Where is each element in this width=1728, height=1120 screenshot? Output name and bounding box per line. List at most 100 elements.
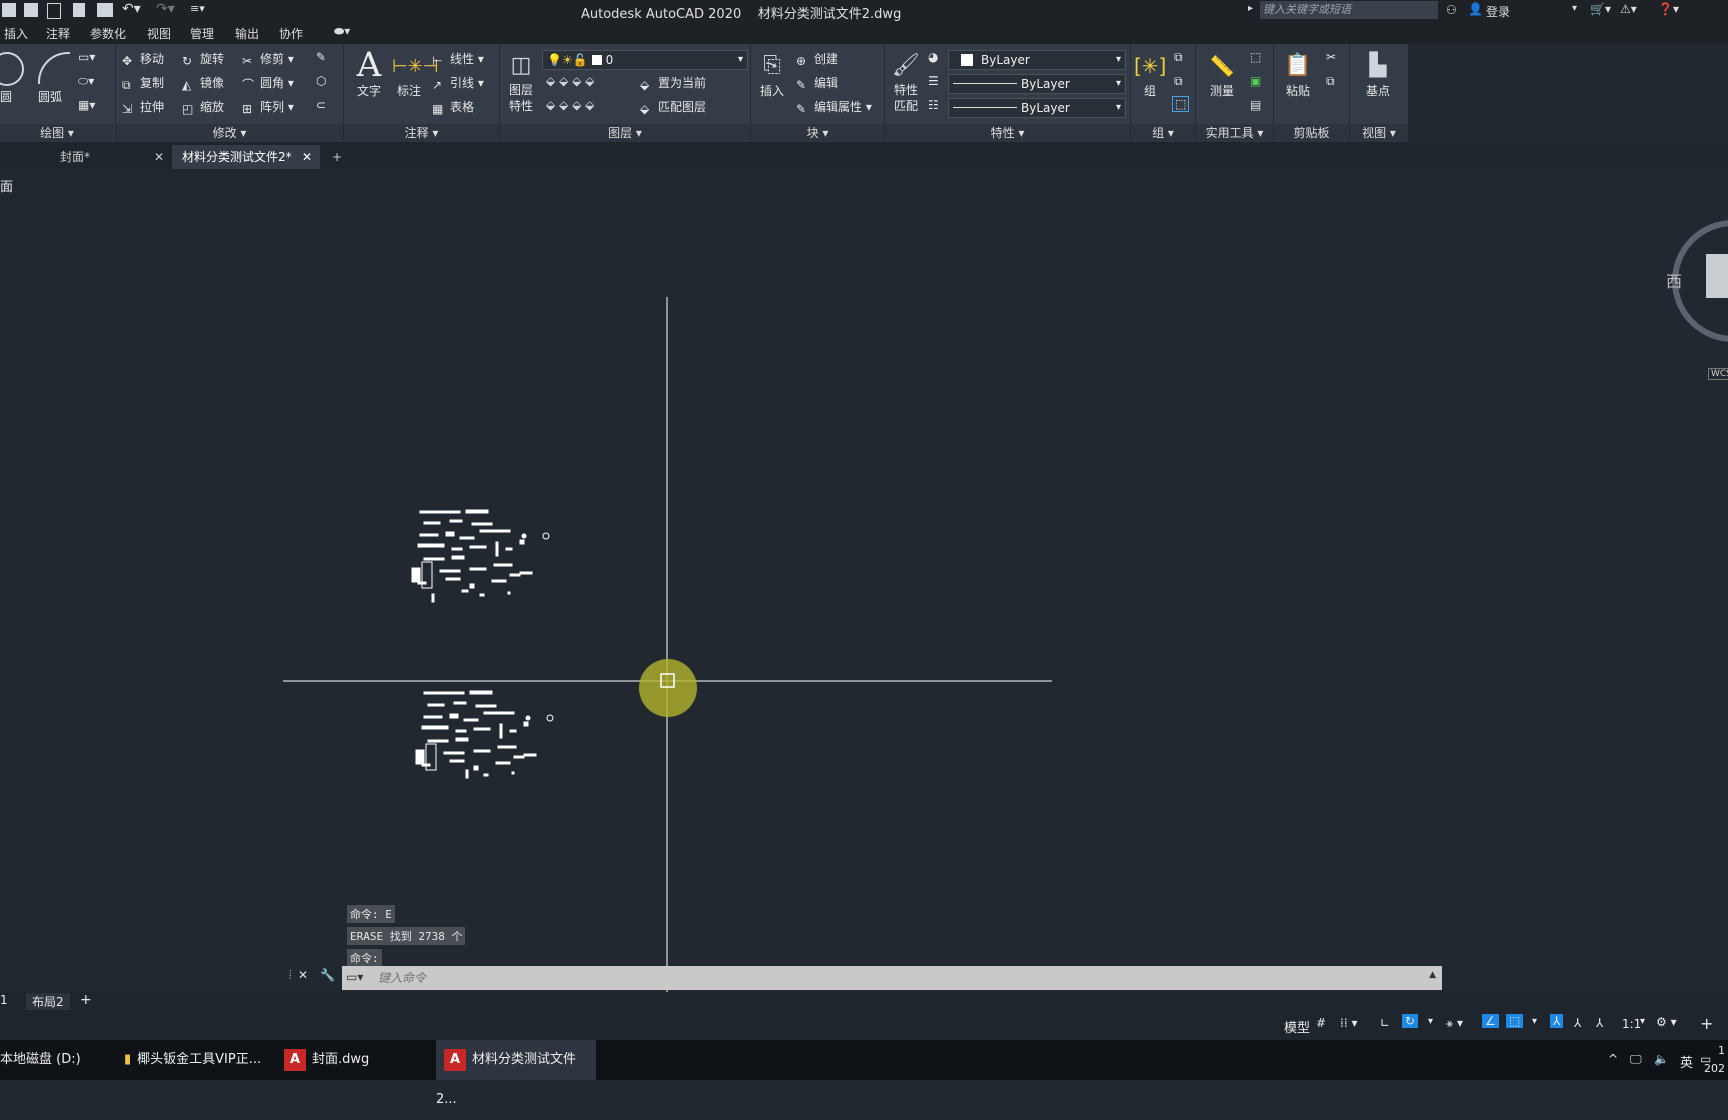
new-tab-icon[interactable]: + (332, 145, 342, 169)
command-input[interactable] (376, 968, 1380, 988)
tray-chevron-icon[interactable]: ^ (1608, 1052, 1618, 1066)
undo-icon[interactable]: ↶▾ (122, 1, 141, 17)
tab-collaborate[interactable]: 协作 (279, 25, 303, 42)
scale-dropdown-icon[interactable]: ▾ (1640, 1016, 1645, 1027)
clock-time[interactable]: 1 (1718, 1044, 1725, 1057)
hatch-icon[interactable]: ▦▾ (78, 98, 95, 112)
block-panel-title[interactable]: 块 ▾ (751, 124, 884, 142)
rotate-button[interactable]: ↻ 旋转 (182, 50, 224, 68)
stretch-button[interactable]: ⇲ 拉伸 (122, 98, 164, 116)
user-icon[interactable]: 👤 (1468, 2, 1483, 16)
tab-annotate[interactable]: 注释 (46, 25, 70, 42)
leader-button[interactable]: ↗ 引线 ▾ (432, 74, 484, 92)
fillet-button[interactable]: ⌒ 圆角 ▾ (242, 74, 294, 92)
annotation-scale-icon[interactable]: ⅄ (1596, 1016, 1603, 1030)
save-icon[interactable] (2, 3, 16, 17)
match-properties-button[interactable]: 🖌 特性匹配 (888, 50, 924, 114)
copy-button[interactable]: ⧉ 复制 (122, 74, 164, 92)
object-snap-icon[interactable]: ⬚ (1506, 1014, 1524, 1028)
tab-view[interactable]: 视图 (147, 25, 171, 42)
command-close-icon[interactable]: ✕ (298, 968, 308, 982)
tab-output[interactable]: 输出 (235, 25, 259, 42)
osnap-icon[interactable]: ∠ (1482, 1014, 1499, 1028)
view-panel-title[interactable]: 视图 ▾ (1350, 124, 1408, 142)
ime-indicator[interactable]: 英 (1680, 1052, 1693, 1071)
command-line[interactable]: ▭▾ ▲ (342, 966, 1442, 990)
drawing-canvas[interactable]: 面 西 WCS (0, 170, 1728, 992)
edit-block-button[interactable]: ✎ 编辑 (796, 74, 838, 92)
edit-attributes-button[interactable]: ✎ 编辑属性 ▾ (796, 98, 872, 116)
draw-panel-title[interactable]: 绘图 ▾ (0, 124, 114, 142)
quick-access-dropdown-icon[interactable]: ≡▾ (190, 2, 205, 15)
ellipse-icon[interactable]: ⬭▾ (78, 74, 94, 89)
annotation-visibility-icon[interactable]: ⅄ (1550, 1014, 1564, 1028)
move-button[interactable]: ✥ 移动 (122, 50, 164, 68)
volume-icon[interactable]: 🔈 (1654, 1052, 1669, 1066)
login-button[interactable]: 登录 (1486, 3, 1510, 20)
erase-icon[interactable]: ✎ (316, 50, 326, 64)
taskbar-app-cover[interactable]: A 封面.dwg (284, 1040, 434, 1080)
layout-tab-1[interactable]: 1 (0, 993, 8, 1007)
ortho-icon[interactable]: ∟ (1380, 1016, 1390, 1030)
calculator-icon[interactable]: ▤ (1250, 98, 1261, 112)
share-icon[interactable]: ⚠▾ (1620, 2, 1637, 16)
taskbar-app-active[interactable]: A 材料分类测试文件2... (436, 1040, 596, 1107)
workspace-gear-icon[interactable]: ⚙ ▾ (1656, 1015, 1677, 1029)
auto-scale-icon[interactable]: ⅄ (1574, 1016, 1581, 1030)
mirror-button[interactable]: ◭ 镜像 (182, 74, 224, 92)
featured-apps-icon[interactable]: ⬬▾ (334, 24, 350, 39)
insert-button[interactable]: ⎘ 插入 (754, 50, 790, 99)
redo-icon[interactable]: ↷▾ (156, 1, 175, 17)
table-button[interactable]: ▦ 表格 (432, 98, 474, 116)
groups-panel-title[interactable]: 组 ▾ (1131, 124, 1195, 142)
quick-select-icon[interactable]: ⬚ (1250, 50, 1261, 64)
tab-cover[interactable]: 封面* ✕ (50, 145, 170, 169)
customize-wrench-icon[interactable]: 🔧 (320, 968, 335, 982)
open-web-icon[interactable] (47, 3, 61, 19)
print-icon[interactable] (97, 3, 113, 17)
command-history-toggle-icon[interactable]: ▲ (1429, 970, 1436, 980)
layer-properties-button[interactable]: ◫ 图层特性 (503, 50, 539, 114)
new-layout-icon[interactable]: + (80, 992, 92, 1008)
scale-button[interactable]: ◰ 缩放 (182, 98, 224, 116)
linear-button[interactable]: ⊢ 线性 ▾ (432, 50, 484, 68)
polar-dropdown-icon[interactable]: ▾ (1428, 1016, 1433, 1027)
group-select-icon[interactable]: ⬚ (1172, 96, 1190, 112)
layer-tools-row1-icon[interactable]: ⬙ ⬙ ⬙ ⬙ (546, 74, 594, 88)
group-edit-icon[interactable]: ⧉ (1174, 74, 1183, 89)
lineweight-dropdown[interactable]: ByLayer ▾ (948, 98, 1126, 118)
grid-icon[interactable]: # (1316, 1016, 1326, 1030)
explode-icon[interactable]: ⬡ (316, 74, 326, 88)
binoculars-icon[interactable]: ⚇ (1446, 3, 1457, 17)
save-as-icon[interactable] (24, 3, 38, 17)
measure-button[interactable]: 📏 测量 (1202, 50, 1242, 99)
modify-panel-title[interactable]: 修改 ▾ (116, 124, 343, 142)
model-space-button[interactable]: 模型 (1284, 1017, 1310, 1036)
tab-parametric[interactable]: 参数化 (90, 25, 126, 42)
layer-dropdown[interactable]: 💡☀🔓 0 ▾ (542, 50, 748, 70)
properties-panel-title[interactable]: 特性 ▾ (885, 124, 1130, 142)
search-input[interactable]: 键入关键字或短语 (1260, 1, 1438, 19)
match-layer-button[interactable]: ⬙ 匹配图层 (640, 98, 706, 116)
close-icon[interactable]: ✕ (154, 145, 164, 169)
base-view-button[interactable]: ▙ 基点 (1358, 50, 1398, 99)
ungroup-icon[interactable]: ⧉ (1174, 50, 1183, 65)
help-icon[interactable]: ❓▾ (1658, 2, 1679, 16)
annotation-scale-value[interactable]: 1:1 (1622, 1017, 1641, 1031)
cart-icon[interactable]: 🛒▾ (1590, 2, 1611, 16)
search-arrow-icon[interactable]: ▸ (1248, 3, 1253, 14)
polar-icon[interactable]: ↻ (1402, 1014, 1419, 1028)
rectangle-icon[interactable]: ▭▾ (78, 50, 95, 64)
isodraft-icon[interactable]: ⚹ ▾ (1446, 1016, 1463, 1031)
clipboard-panel-title[interactable]: 剪贴板 (1274, 124, 1349, 142)
set-current-button[interactable]: ⬙ 置为当前 (640, 74, 706, 92)
snap-icon[interactable]: ⁞⁞ ▾ (1340, 1016, 1357, 1030)
command-grip-icon[interactable]: ⦙ (289, 968, 292, 983)
tab-manage[interactable]: 管理 (190, 25, 214, 42)
select-all-icon[interactable]: ▣ (1250, 74, 1261, 88)
cut-icon[interactable]: ✂ (1326, 50, 1336, 64)
group-button[interactable]: [✳] 组 (1134, 50, 1166, 99)
network-icon[interactable]: 🖵 (1630, 1052, 1642, 1067)
layers-panel-title[interactable]: 图层 ▾ (500, 124, 750, 142)
login-dropdown-icon[interactable]: ▾ (1572, 3, 1577, 14)
